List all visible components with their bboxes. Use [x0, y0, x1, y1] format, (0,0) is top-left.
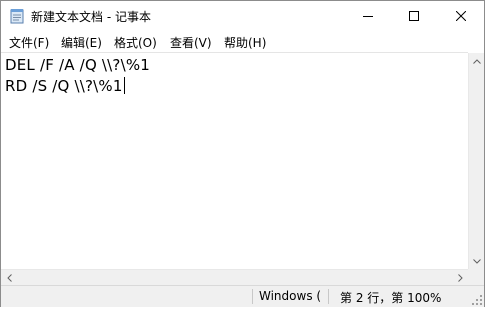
- scroll-up-arrow[interactable]: [469, 53, 485, 69]
- text-caret: [123, 77, 125, 94]
- menu-edit[interactable]: 编辑(E): [60, 34, 103, 51]
- scroll-down-arrow[interactable]: [469, 253, 485, 269]
- chevron-down-icon: [473, 258, 481, 264]
- status-cursor-position: 第 2 行，第 100%: [340, 291, 442, 305]
- menu-bar: 文件(F) 编辑(E) 格式(O) 查看(V) 帮助(H): [1, 32, 484, 52]
- close-button[interactable]: [438, 1, 484, 31]
- menu-view[interactable]: 查看(V): [169, 34, 213, 51]
- editor-line-text: RD /S /Q \\?\%1: [5, 77, 123, 95]
- scrollbar-corner: [468, 269, 484, 285]
- chevron-right-icon: [457, 274, 463, 282]
- chevron-up-icon: [473, 58, 481, 64]
- status-platform: Windows (: [259, 289, 322, 303]
- minimize-button[interactable]: [345, 1, 391, 31]
- window-title: 新建文本文档 - 记事本: [31, 10, 151, 24]
- scroll-left-arrow[interactable]: [1, 270, 17, 286]
- notepad-window: 新建文本文档 - 记事本 文件(F) 编辑(E) 格式(O) 查看(V) 帮助(…: [0, 0, 485, 307]
- scroll-right-arrow[interactable]: [452, 270, 468, 286]
- editor-line: RD /S /Q \\?\%1: [5, 77, 125, 95]
- notepad-icon: [10, 8, 24, 24]
- editor-line: DEL /F /A /Q \\?\%1: [5, 56, 150, 74]
- menu-help[interactable]: 帮助(H): [223, 34, 267, 51]
- status-bar: Windows ( 第 2 行，第 100%: [1, 285, 484, 307]
- title-bar[interactable]: 新建文本文档 - 记事本: [1, 1, 484, 31]
- vertical-scrollbar[interactable]: [468, 53, 484, 269]
- maximize-button[interactable]: [391, 1, 437, 31]
- chevron-left-icon: [6, 274, 12, 282]
- status-separator: [328, 289, 329, 304]
- maximize-icon: [409, 11, 419, 21]
- menu-format[interactable]: 格式(O): [113, 34, 158, 51]
- text-editor[interactable]: DEL /F /A /Q \\?\%1 RD /S /Q \\?\%1: [1, 52, 468, 270]
- menu-file[interactable]: 文件(F): [8, 34, 50, 51]
- close-icon: [456, 11, 466, 21]
- resize-grip-icon[interactable]: [471, 294, 483, 306]
- editor-line-text: DEL /F /A /Q \\?\%1: [5, 56, 151, 74]
- minimize-icon: [363, 16, 373, 17]
- horizontal-scrollbar[interactable]: [1, 269, 468, 285]
- status-separator: [252, 289, 253, 304]
